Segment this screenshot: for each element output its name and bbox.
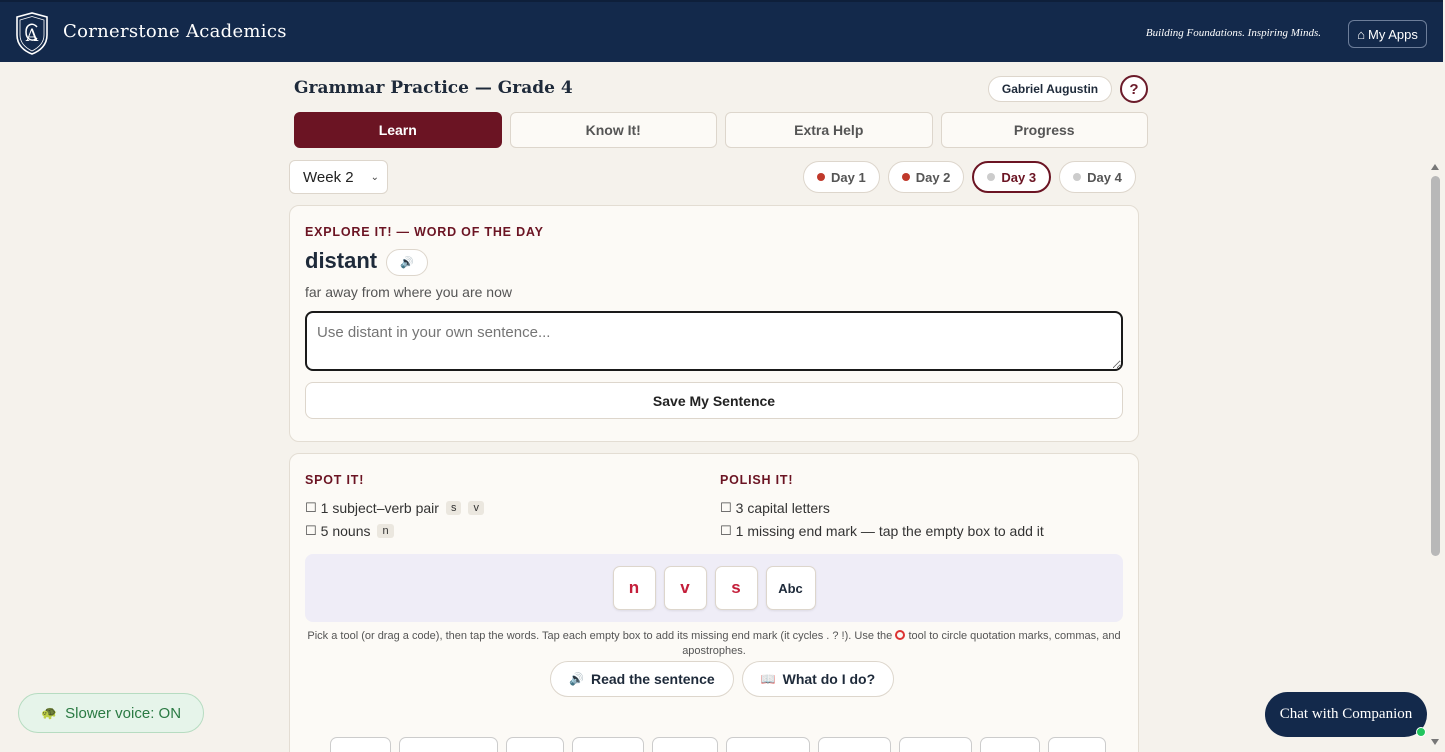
checkbox-icon: ☐ (720, 499, 732, 515)
my-apps-button[interactable]: ⌂ My Apps (1348, 20, 1427, 48)
verb-tool-button[interactable]: v (663, 566, 707, 610)
code-chip: s (445, 500, 462, 515)
polish-heading: POLISH IT! (720, 473, 794, 487)
status-dot-icon (1073, 173, 1082, 181)
day-3-button[interactable]: Day 3 (972, 161, 1052, 193)
action-row: 🔊 Read the sentence 📖 What do I do? (550, 661, 895, 697)
spot-heading: SPOT IT! (305, 473, 365, 487)
chat-with-companion-button[interactable]: Chat with Companion (1265, 692, 1427, 737)
brand-tagline: Building Foundations. Inspiring Minds. (1145, 27, 1321, 39)
word-tile[interactable] (726, 737, 810, 752)
word-tile[interactable] (1048, 737, 1106, 752)
speaker-icon: 🔊 (569, 672, 584, 686)
explore-heading: EXPLORE IT! — WORD OF THE DAY (305, 225, 544, 239)
slower-voice-label: Slower voice: ON (65, 704, 182, 722)
word-of-the-day: distant (305, 248, 378, 273)
status-dot-icon (987, 173, 996, 181)
day-2-button[interactable]: Day 2 (887, 161, 965, 193)
list-item: ☐ 5 nouns n (305, 519, 484, 542)
scrollbar-thumb[interactable] (1431, 176, 1440, 556)
checkbox-icon: ☐ (305, 522, 317, 538)
tab-know-it[interactable]: Know It! (509, 112, 717, 148)
word-tile[interactable] (399, 737, 498, 752)
sentence-word-tiles (330, 737, 1106, 752)
marking-toolbar: n v s Abc (305, 554, 1123, 622)
word-tile[interactable] (652, 737, 718, 752)
instructions-text: Pick a tool (or drag a code), then tap t… (307, 630, 893, 642)
top-navigation-bar: A Cornerstone Academics Building Foundat… (0, 0, 1443, 62)
day-label: Day 1 (831, 169, 866, 185)
book-icon: 📖 (760, 672, 776, 686)
code-chip: v (468, 500, 484, 515)
capital-tool-button[interactable]: Abc (765, 566, 816, 610)
read-sentence-button[interactable]: 🔊 Read the sentence (550, 661, 734, 697)
status-dot-icon (901, 173, 910, 181)
word-definition: far away from where you are now (305, 284, 512, 300)
day-4-button[interactable]: Day 4 (1059, 161, 1136, 193)
spot-polish-card: SPOT IT! POLISH IT! ☐ 1 subject–verb pai… (289, 453, 1139, 752)
status-dot-icon (817, 173, 825, 181)
checkbox-icon: ☐ (720, 522, 732, 538)
help-button[interactable]: ? (1120, 75, 1148, 103)
word-tile[interactable] (506, 737, 564, 752)
main-tabs: Learn Know It! Extra Help Progress (294, 112, 1148, 148)
week-select[interactable]: Week 2 ⌄ (289, 160, 388, 194)
word-tile[interactable] (980, 737, 1040, 752)
word-tile[interactable] (330, 737, 391, 752)
day-label: Day 2 (915, 169, 951, 185)
tab-learn[interactable]: Learn (294, 112, 502, 148)
slower-voice-toggle[interactable]: 🐢 Slower voice: ON (18, 693, 204, 733)
spot-checklist: ☐ 1 subject–verb pair s v ☐ 5 nouns n (305, 496, 484, 542)
speaker-icon: 🔊 (400, 257, 414, 269)
word-of-the-day-card: EXPLORE IT! — WORD OF THE DAY distant 🔊 … (289, 205, 1139, 442)
week-select-value: Week 2 (303, 168, 354, 186)
day-label: Day 3 (1001, 169, 1037, 185)
word-tile[interactable] (818, 737, 891, 752)
tab-progress[interactable]: Progress (940, 112, 1148, 148)
word-tile[interactable] (572, 737, 644, 752)
checklist-text: 5 nouns (320, 522, 371, 539)
code-chip: n (377, 523, 394, 538)
user-name-chip[interactable]: Gabriel Augustin (988, 76, 1112, 102)
checkbox-icon: ☐ (305, 499, 317, 515)
polish-checklist: ☐ 3 capital letters ☐ 1 missing end mark… (720, 496, 1044, 542)
page-title: Grammar Practice — Grade 4 (294, 78, 573, 98)
save-sentence-button[interactable]: Save My Sentence (305, 382, 1123, 419)
speaker-button[interactable]: 🔊 (386, 249, 428, 276)
my-apps-label: My Apps (1368, 26, 1418, 42)
list-item: ☐ 3 capital letters (720, 496, 1044, 519)
checklist-text: 1 missing end mark — tap the empty box t… (735, 522, 1044, 539)
scroll-down-icon[interactable] (1431, 739, 1439, 745)
circle-tool-icon (895, 630, 906, 640)
read-sentence-label: Read the sentence (590, 671, 715, 687)
what-do-i-do-label: What do I do? (782, 671, 876, 687)
tab-extra-help[interactable]: Extra Help (725, 112, 933, 148)
subject-tool-button[interactable]: s (714, 566, 758, 610)
chevron-down-icon: ⌄ (370, 171, 379, 183)
noun-tool-button[interactable]: n (612, 566, 656, 610)
checklist-text: 1 subject–verb pair (320, 499, 439, 516)
list-item: ☐ 1 subject–verb pair s v (305, 496, 484, 519)
turtle-icon: 🐢 (40, 705, 58, 720)
word-tile[interactable] (899, 737, 972, 752)
brand-name[interactable]: Cornerstone Academics (63, 21, 287, 42)
online-status-dot (1416, 727, 1426, 737)
tool-instructions: Pick a tool (or drag a code), then tap t… (305, 629, 1123, 659)
home-icon: ⌂ (1357, 26, 1365, 42)
school-crest-logo[interactable]: A (14, 11, 50, 55)
checklist-text: 3 capital letters (735, 499, 830, 516)
day-1-button[interactable]: Day 1 (803, 161, 880, 193)
day-selector: Day 1 Day 2 Day 3 Day 4 (803, 161, 1136, 193)
day-label: Day 4 (1087, 169, 1122, 185)
list-item: ☐ 1 missing end mark — tap the empty box… (720, 519, 1044, 542)
sentence-input[interactable] (305, 311, 1123, 371)
what-do-i-do-button[interactable]: 📖 What do I do? (741, 661, 895, 697)
scroll-up-icon[interactable] (1431, 164, 1439, 170)
